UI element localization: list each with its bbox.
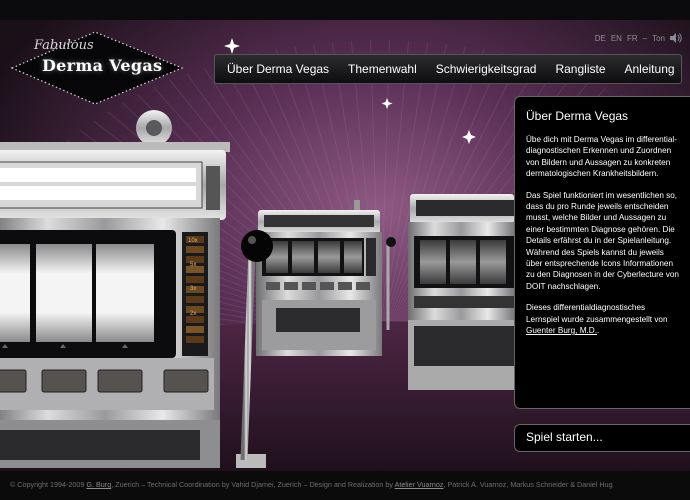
- panel-title: Über Derma Vegas: [526, 109, 629, 123]
- nav-schwierigkeitsgrad[interactable]: Schwierigkeitsgrad: [436, 62, 537, 76]
- separator: –: [642, 33, 648, 43]
- info-panel: Über Derma Vegas Übe dich mit Derma Vega…: [514, 96, 690, 409]
- nav-ueber-derma-vegas[interactable]: Über Derma Vegas: [227, 62, 329, 76]
- footer-credits-end: , Patrick A. Vuarnoz, Markus Schneider &…: [443, 480, 613, 489]
- panel-paragraph-rules: Das Spiel funktioniert im wesentlichen s…: [526, 190, 679, 291]
- footer-link-atelier[interactable]: Atelier Vuarnoz: [395, 480, 444, 489]
- multiplier-3x: 3x: [190, 286, 196, 292]
- slot-machine-right: [408, 194, 514, 390]
- panel-paragraph-intro: Übe dich mit Derma Vegas im differential…: [526, 135, 677, 179]
- logo[interactable]: Fabulous Derma Vegas: [8, 28, 188, 104]
- sound-toggle[interactable]: Ton: [652, 34, 665, 43]
- footer-copyright: © Copyright 1994-2009: [10, 480, 87, 489]
- nav-anleitung[interactable]: Anleitung: [625, 62, 675, 76]
- language-en[interactable]: EN: [611, 34, 622, 43]
- panel-paragraph-author: Dieses differentialdiagnostisches Lernsp…: [526, 302, 680, 336]
- footer-credits: , Zuerich – Technical Coordination by Va…: [111, 480, 395, 489]
- footer-link-burg[interactable]: G. Burg: [86, 480, 111, 489]
- author-text: Dieses differentialdiagnostisches Lernsp…: [526, 303, 668, 324]
- nav-themenwahl[interactable]: Themenwahl: [348, 62, 417, 76]
- language-fr[interactable]: FR: [627, 34, 638, 43]
- logo-main-text: Derma Vegas: [42, 56, 163, 75]
- multiplier-2x: 2x: [190, 311, 196, 317]
- author-link[interactable]: Guenter Burg, M.D.: [526, 326, 597, 335]
- multiplier-5x: 5x: [190, 262, 196, 268]
- footer: © Copyright 1994-2009 G. Burg, Zuerich –…: [0, 471, 690, 500]
- nav-rangliste[interactable]: Rangliste: [555, 62, 605, 76]
- logo-script-text: Fabulous: [34, 38, 94, 53]
- multiplier-10x: 10x: [188, 238, 198, 244]
- start-game-button[interactable]: Spiel starten...: [514, 424, 690, 452]
- main-navigation: Über Derma Vegas Themenwahl Schwierigkei…: [214, 54, 682, 84]
- slot-machine-middle: [256, 200, 396, 356]
- language-de[interactable]: DE: [595, 34, 606, 43]
- speaker-icon[interactable]: [670, 33, 682, 43]
- game-stage: 10x 5x 3x 2x Fabulous Derma Vegas DE EN …: [0, 0, 690, 500]
- slot-machine-main: 10x 5x 3x 2x: [0, 110, 230, 468]
- author-suffix: .: [597, 326, 600, 336]
- language-selector: DE EN FR – Ton: [595, 33, 682, 43]
